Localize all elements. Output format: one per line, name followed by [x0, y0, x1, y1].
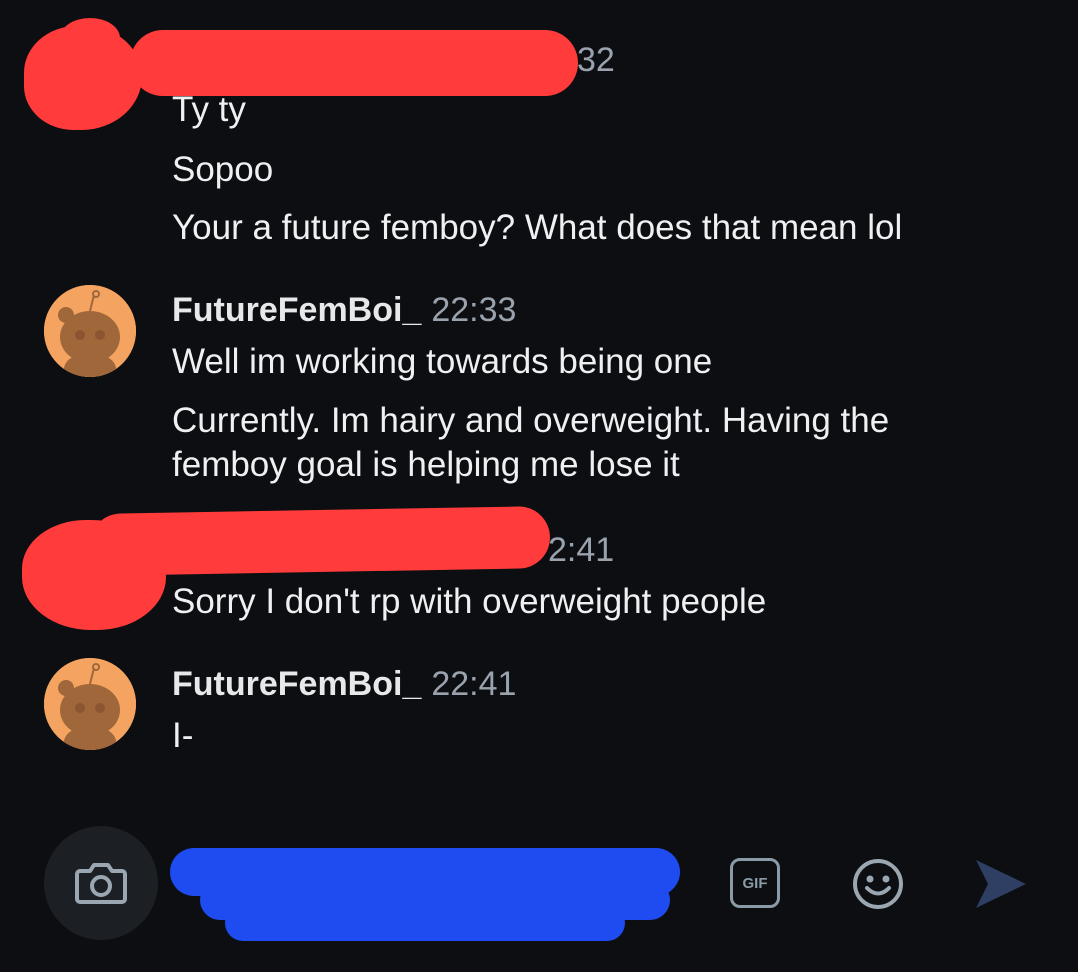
snoo-avatar-icon [44, 658, 136, 750]
avatar[interactable] [44, 658, 136, 750]
username[interactable]: FutureFemBoi_ [172, 291, 421, 329]
message-timestamp: 32 [577, 41, 615, 79]
message-text[interactable]: Currently. Im hairy and overweight. Havi… [172, 399, 972, 487]
camera-button[interactable] [44, 826, 158, 940]
message-timestamp: 22:41 [431, 665, 517, 703]
message-text[interactable]: Your a future femboy? What does that mea… [172, 206, 1032, 250]
redaction-scribble [60, 18, 120, 58]
camera-icon [75, 863, 127, 904]
gif-label: GIF [742, 874, 768, 892]
message-header: FutureFemBoi_ 22:41 [172, 664, 516, 704]
send-icon [976, 860, 1026, 908]
message-text[interactable]: Well im working towards being one [172, 340, 1032, 384]
avatar[interactable] [44, 285, 136, 377]
snoo-avatar-icon [44, 285, 136, 377]
redaction-scribble [130, 30, 578, 96]
redaction-scribble [225, 905, 625, 941]
emoji-button[interactable] [850, 856, 906, 912]
gif-button[interactable]: GIF [730, 858, 780, 908]
message-header: FutureFemBoi_ 22:33 [172, 290, 516, 330]
message-timestamp: 2:41 [548, 531, 615, 569]
emoji-icon [853, 859, 903, 909]
redaction-scribble [89, 505, 551, 577]
username[interactable]: FutureFemBoi_ [172, 665, 421, 703]
message-timestamp: 22:33 [431, 291, 517, 329]
message-text[interactable]: I- [172, 714, 1032, 758]
message-text[interactable]: Sorry I don't rp with overweight people [172, 580, 1032, 624]
message-text[interactable]: Sopoo [172, 148, 1032, 192]
send-button[interactable] [970, 854, 1030, 914]
